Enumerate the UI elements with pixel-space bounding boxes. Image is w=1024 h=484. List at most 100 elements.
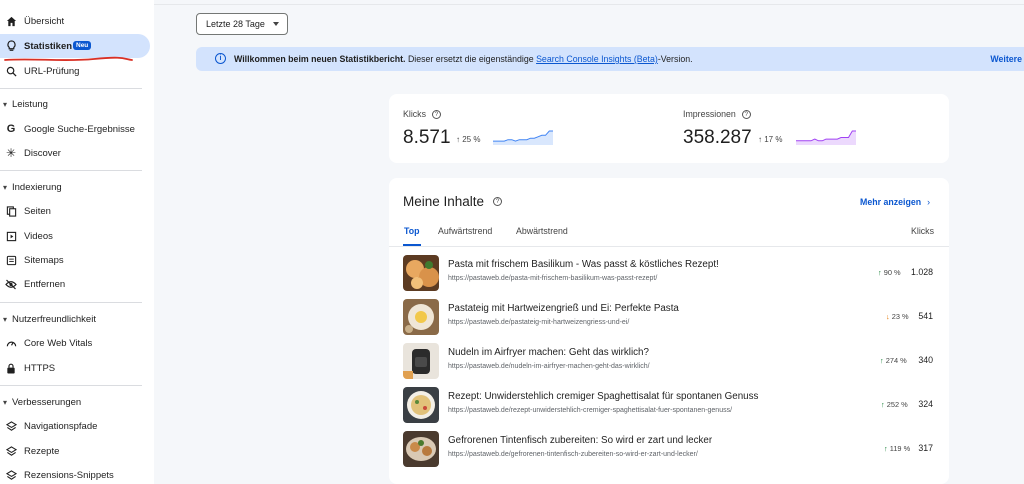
arrow-up-icon: ↑ [456,135,460,144]
sidebar-item-removals[interactable]: Entfernen [0,272,150,296]
sidebar-item-label: Videos [24,230,53,242]
airfryer-thumbnail [403,343,439,379]
row-url: https://pastaweb.de/pastateig-mit-hartwe… [448,319,630,326]
layers-icon [5,469,17,481]
sidebar-item-label: Entfernen [24,278,66,290]
divider [0,302,142,303]
lightbulb-icon [5,40,17,52]
discover-icon: ✳ [5,146,17,160]
new-badge: Neu [73,41,92,50]
banner-suffix-text: -Version. [657,54,693,64]
impressions-sparkline [796,130,856,145]
clicks-sparkline [493,130,553,145]
hide-icon [5,278,17,290]
sidebar-item-label: Rezepte [24,445,60,457]
table-row[interactable]: Pasta mit frischem Basilikum - Was passt… [389,251,949,295]
clicks-change-text: 25 % [462,135,481,144]
row-clicks: 324 [918,399,933,409]
search-icon [5,65,17,77]
sidebar-item-pages[interactable]: Seiten [0,199,150,223]
search-console-insights-link[interactable]: Search Console Insights (Beta) [536,54,658,64]
clicks-label-text: Klicks [403,109,426,119]
arrow-up-icon: ↑ [884,444,888,453]
content-title: Meine Inhalte ? [403,194,503,209]
sidebar-item-google-search[interactable]: G Google Suche-Ergebnisse [0,117,150,141]
row-clicks: 317 [918,443,933,453]
sidebar: Übersicht Statistiken Neu URL-Prüfung ▾ … [0,0,154,484]
sidebar-item-videos[interactable]: Videos [0,224,150,248]
spaghetti-salad-thumbnail [403,387,439,423]
section-indexing[interactable]: ▾ Indexierung [0,178,150,196]
divider [0,170,142,171]
sidebar-item-label: Google Suche-Ergebnisse [24,123,135,135]
tab-trending-up[interactable]: Aufwärtstrend [438,226,492,236]
help-icon[interactable]: ? [431,109,441,119]
row-trend: ↑ 252 % [881,400,908,409]
chevron-down-icon: ▾ [3,398,8,407]
home-icon [5,15,17,27]
sidebar-item-breadcrumbs[interactable]: Navigationspfade [0,414,150,438]
sidebar-item-label: HTTPS [24,362,56,374]
table-row[interactable]: Rezept: Unwiderstehlich cremiger Spaghet… [389,383,949,427]
chevron-down-icon: ▾ [3,315,8,324]
date-range-label: Letzte 28 Tage [206,19,265,29]
sidebar-item-overview[interactable]: Übersicht [0,9,150,33]
row-clicks: 541 [918,311,933,321]
arrow-down-icon: ↓ [886,312,890,321]
pages-icon [5,205,17,217]
sidebar-item-review-snippets[interactable]: Rezensions-Snippets [0,463,150,484]
help-icon[interactable]: ? [493,197,503,206]
table-row[interactable]: Nudeln im Airfryer machen: Geht das wirk… [389,339,949,383]
google-icon: G [6,123,16,135]
content-title-text: Meine Inhalte [403,194,485,209]
sidebar-item-url-inspection[interactable]: URL-Prüfung [0,59,150,83]
layers-icon [5,445,17,457]
arrow-up-icon: ↑ [878,268,882,277]
banner-bold-text: Willkommen beim neuen Statistikbericht. [234,54,406,64]
table-row[interactable]: Pastateig mit Hartweizengrieß und Ei: Pe… [389,295,949,339]
row-url: https://pastaweb.de/gefrorenen-tintenfis… [448,451,698,458]
sidebar-item-recipes[interactable]: Rezepte [0,439,150,463]
row-trend-text: 119 % [889,444,911,453]
sidebar-item-core-web-vitals[interactable]: Core Web Vitals [0,331,150,355]
row-trend: ↑ 119 % [884,444,910,453]
sidebar-item-label: Core Web Vitals [24,337,93,349]
column-header-clicks: Klicks [911,226,934,236]
row-title: Pastateig mit Hartweizengrieß und Ei: Pe… [448,303,679,314]
show-more-link[interactable]: Mehr anzeigen › [860,197,930,207]
sidebar-item-discover[interactable]: ✳ Discover [0,141,150,165]
section-label: Leistung [12,98,48,110]
sidebar-item-sitemaps[interactable]: Sitemaps [0,248,150,272]
row-trend-text: 274 % [885,356,907,365]
help-icon[interactable]: ? [741,109,751,119]
impressions-value: 358.287 [683,127,752,148]
section-label: Verbesserungen [12,396,82,408]
sidebar-item-statistics[interactable]: Statistiken Neu [0,34,150,58]
date-range-dropdown[interactable]: Letzte 28 Tage [196,13,288,35]
section-experience[interactable]: ▾ Nutzerfreundlichkeit [0,310,150,328]
row-trend-text: 23 % [891,312,909,321]
sidebar-item-label: Sitemaps [24,254,64,266]
section-enhancements[interactable]: ▾ Verbesserungen [0,393,150,411]
table-row[interactable]: Gefrorenen Tintenfisch zubereiten: So wi… [389,427,949,471]
chevron-down-icon: ▾ [3,100,8,109]
sidebar-item-label: Rezensions-Snippets [24,469,114,481]
show-more-text: Mehr anzeigen [860,197,922,207]
banner-more-link[interactable]: Weitere [990,54,1022,64]
sidebar-item-https[interactable]: HTTPS [0,356,150,380]
metrics-card [389,94,949,163]
tab-trending-down[interactable]: Abwärtstrend [516,226,568,236]
row-url: https://pastaweb.de/rezept-unwiderstehli… [448,407,733,414]
impressions-change: ↑ 17 % [758,135,782,144]
row-clicks: 340 [918,355,933,365]
tab-top[interactable]: Top [404,226,419,236]
sparkline-area [493,131,553,145]
sidebar-item-label: Übersicht [24,15,65,27]
section-performance[interactable]: ▾ Leistung [0,95,150,113]
row-trend-text: 252 % [886,400,908,409]
divider [0,385,142,386]
arrow-up-icon: ↑ [758,135,762,144]
row-trend: ↑ 274 % [880,356,907,365]
sidebar-item-label: Discover [24,147,61,159]
header-divider [154,4,1024,5]
